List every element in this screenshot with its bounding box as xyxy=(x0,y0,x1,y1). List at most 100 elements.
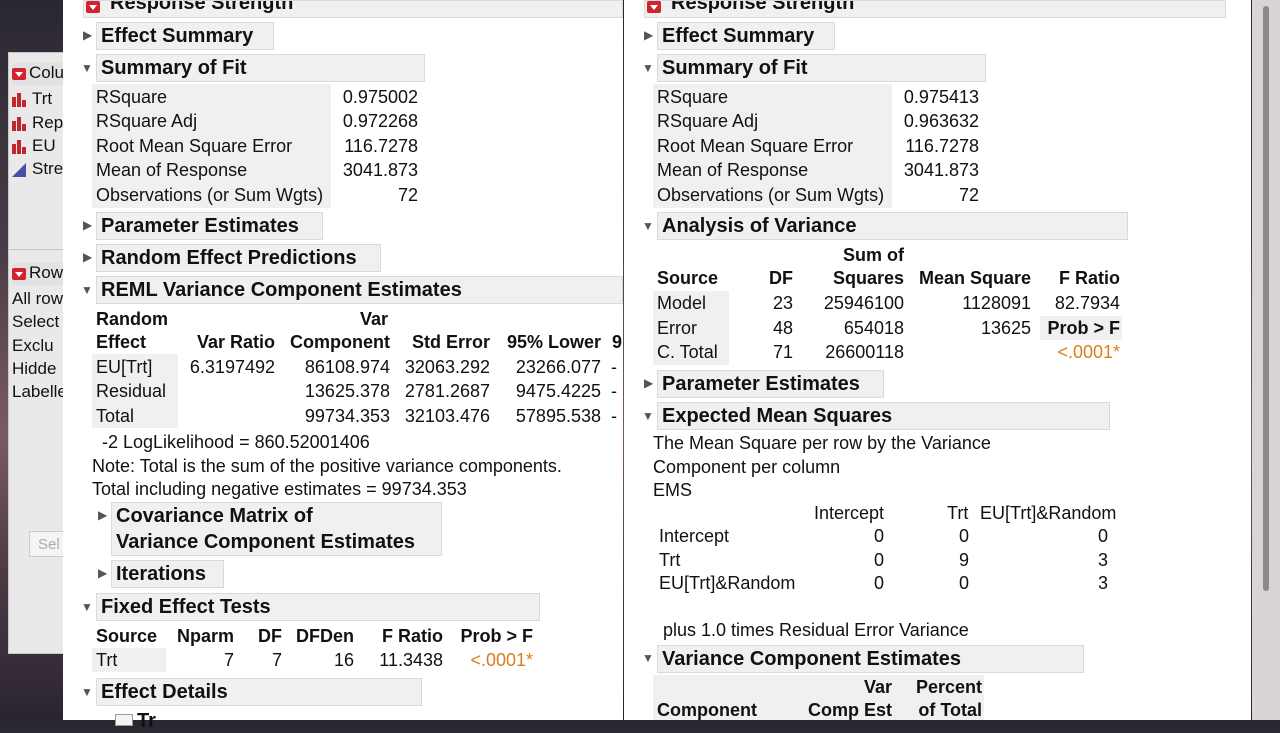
red-triangle-menu-icon[interactable] xyxy=(647,1,661,13)
reml-cell: 32063.292 xyxy=(404,357,490,377)
reml-cell: Total xyxy=(96,406,135,426)
reml-col-std-error: Std Error xyxy=(411,332,490,352)
section-title: Iterations xyxy=(116,563,207,585)
right-report-title-bar[interactable]: Response Strength xyxy=(644,0,1226,18)
fet-cell: 11.3438 xyxy=(379,650,443,670)
effect-summary-header[interactable]: Effect Summary xyxy=(96,22,274,50)
continuous-column-icon xyxy=(12,162,26,177)
ems-description-line1: The Mean Square per row by the Variance xyxy=(653,433,991,453)
disclosure-closed-icon[interactable]: ▶ xyxy=(83,218,92,232)
red-triangle-menu-icon[interactable] xyxy=(12,67,26,80)
summary-of-fit-header[interactable]: Summary of Fit xyxy=(657,54,986,82)
reml-header[interactable]: REML Variance Component Estimates xyxy=(96,276,623,304)
column-item-trt[interactable]: Trt xyxy=(12,89,52,109)
ems-cell: 3 xyxy=(1097,550,1108,570)
vertical-scrollbar[interactable] xyxy=(1252,0,1280,720)
red-triangle-menu-icon[interactable] xyxy=(86,1,100,13)
reml-col-var-ratio: Var Ratio xyxy=(196,332,275,352)
nominal-column-icon xyxy=(12,92,28,107)
fet-col-source: Source xyxy=(96,626,158,646)
reml-cell: 57895.538 xyxy=(515,406,601,426)
columns-header-label: Colu xyxy=(29,63,64,82)
disclosure-closed-icon[interactable]: ▶ xyxy=(644,376,653,390)
anova-cell: 71 xyxy=(772,342,793,362)
fet-col-df: DF xyxy=(258,626,282,646)
disclosure-open-icon[interactable]: ▼ xyxy=(81,600,93,614)
row-state-selected: Select xyxy=(12,312,60,331)
right-report-window: Response Strength ▶ Effect Summary ▼ Sum… xyxy=(624,0,1251,720)
effect-summary-header[interactable]: Effect Summary xyxy=(657,22,835,50)
expected-mean-squares-header[interactable]: Expected Mean Squares xyxy=(657,402,1110,430)
report-title: Response Strength xyxy=(110,0,294,14)
fixed-effect-tests-header[interactable]: Fixed Effect Tests xyxy=(96,593,540,621)
rows-panel-header[interactable]: Row xyxy=(12,263,68,285)
disclosure-open-icon[interactable]: ▼ xyxy=(642,409,654,423)
effect-details-header[interactable]: Effect Details xyxy=(96,678,422,706)
anova-cell: 82.7934 xyxy=(1054,293,1120,313)
covariance-matrix-header[interactable]: Covariance Matrix of Variance Component … xyxy=(111,502,442,556)
fet-cell: Trt xyxy=(96,650,118,670)
fit-value-observations: 72 xyxy=(397,185,418,205)
disclosure-closed-icon[interactable]: ▶ xyxy=(83,28,92,42)
ems-cell: 0 xyxy=(1097,526,1108,546)
fit-label-rsquare-adj: RSquare Adj xyxy=(657,111,759,131)
nominal-column-icon xyxy=(12,116,28,131)
red-triangle-menu-icon[interactable] xyxy=(12,267,26,280)
ems-cell: 0 xyxy=(873,550,884,570)
vce-col-component: Component xyxy=(657,700,757,720)
disclosure-open-icon[interactable]: ▼ xyxy=(81,283,93,297)
reml-col-effect: Effect xyxy=(96,332,147,352)
column-item-rep[interactable]: Rep xyxy=(12,113,63,133)
column-item-strength[interactable]: Stre xyxy=(12,159,63,179)
anova-col-source: Source xyxy=(657,268,719,288)
anova-col-squares: Squares xyxy=(832,268,904,288)
disclosure-closed-icon[interactable]: ▶ xyxy=(83,250,92,264)
fit-value-rsquare: 0.975002 xyxy=(342,87,418,107)
anova-prob-value: <.0001* xyxy=(1057,342,1120,362)
fit-label-observations: Observations (or Sum Wgts) xyxy=(96,185,324,205)
disclosure-open-icon[interactable]: ▼ xyxy=(81,61,93,75)
column-item-label: Stre xyxy=(32,159,64,178)
reml-negative-total: Total including negative estimates = 997… xyxy=(92,479,467,499)
fit-value-mean: 3041.873 xyxy=(342,160,418,180)
random-effect-predictions-header[interactable]: Random Effect Predictions xyxy=(96,244,381,272)
left-report-title-bar[interactable]: Response Strength xyxy=(83,0,623,18)
fit-label-rsquare: RSquare xyxy=(657,87,729,107)
iterations-header[interactable]: Iterations xyxy=(111,560,224,588)
anova-cell: Model xyxy=(657,293,707,313)
fet-col-dfden: DFDen xyxy=(296,626,354,646)
column-item-eu[interactable]: EU xyxy=(12,136,56,156)
scrollbar-thumb[interactable] xyxy=(1263,6,1269,591)
disclosure-open-icon[interactable]: ▼ xyxy=(642,61,654,75)
columns-panel-header[interactable]: Colu xyxy=(12,63,68,85)
section-title: Variance Component Estimates xyxy=(662,648,961,670)
disclosure-closed-icon[interactable]: ▶ xyxy=(98,566,107,580)
ems-row-label: EU[Trt]&Random xyxy=(659,573,796,593)
anova-col-df: DF xyxy=(769,268,793,288)
vce-header-var: Var xyxy=(863,677,892,697)
disclosure-open-icon[interactable]: ▼ xyxy=(81,685,93,699)
disclosure-closed-icon[interactable]: ▶ xyxy=(644,28,653,42)
sub-outline-checkbox[interactable] xyxy=(115,714,133,726)
variance-component-estimates-header[interactable]: Variance Component Estimates xyxy=(657,645,1084,673)
disclosure-closed-icon[interactable]: ▶ xyxy=(98,508,107,522)
anova-col-f-ratio: F Ratio xyxy=(1059,268,1120,288)
summary-of-fit-header[interactable]: Summary of Fit xyxy=(96,54,425,82)
fit-label-rmse: Root Mean Square Error xyxy=(657,136,854,156)
section-title-line1: Covariance Matrix of xyxy=(116,505,313,527)
partial-outline-item: Tr xyxy=(137,710,156,732)
ems-col-eu-trt-random: EU[Trt]&Random xyxy=(980,503,1117,523)
ems-cell: 0 xyxy=(958,526,969,546)
reml-cell-partial: - xyxy=(611,357,617,377)
columns-panel-window: Colu Trt Rep EU Stre Row All row Select … xyxy=(8,52,70,654)
reml-cell: 13625.378 xyxy=(304,381,390,401)
section-title: Effect Summary xyxy=(662,25,815,47)
parameter-estimates-header[interactable]: Parameter Estimates xyxy=(96,212,323,240)
disclosure-open-icon[interactable]: ▼ xyxy=(642,219,654,233)
analysis-of-variance-header[interactable]: Analysis of Variance xyxy=(657,212,1128,240)
disclosure-open-icon[interactable]: ▼ xyxy=(642,651,654,665)
reml-note: Note: Total is the sum of the positive v… xyxy=(92,456,562,476)
section-title-line2: Variance Component Estimates xyxy=(116,531,415,553)
parameter-estimates-header[interactable]: Parameter Estimates xyxy=(657,370,884,398)
reml-cell: EU[Trt] xyxy=(96,357,153,377)
